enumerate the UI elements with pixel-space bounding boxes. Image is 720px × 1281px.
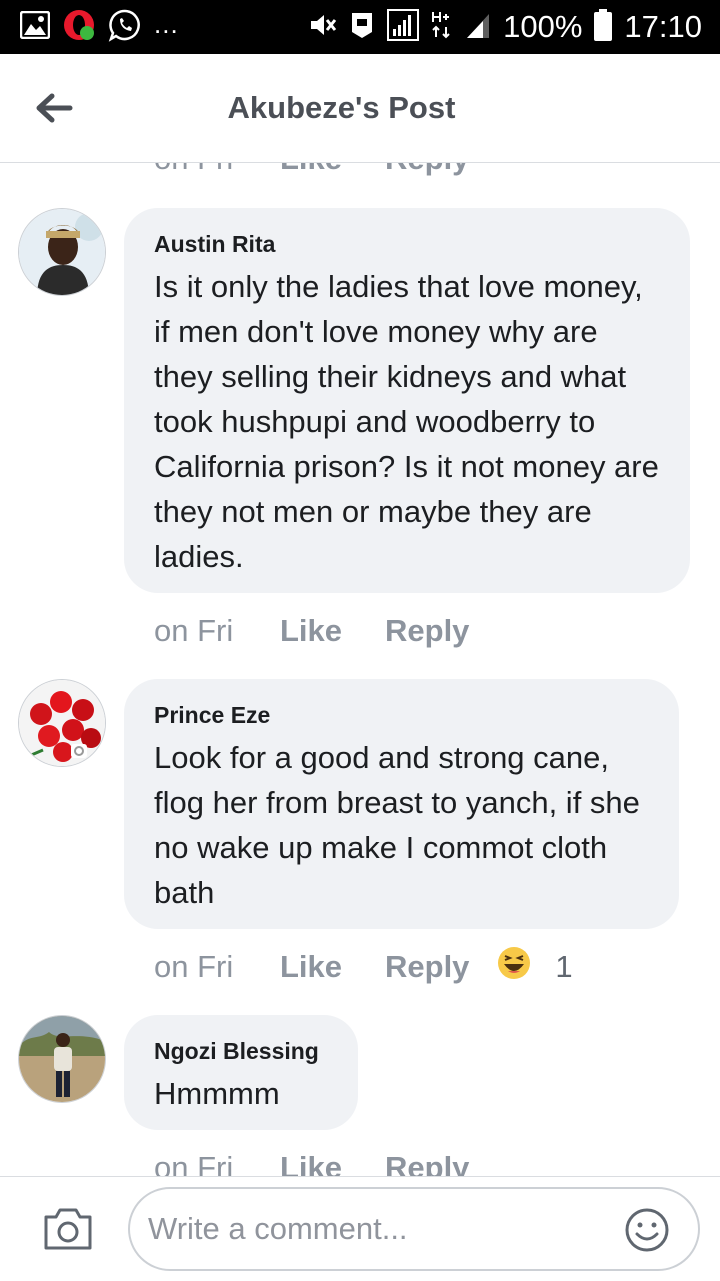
battery-percent: 100% [503,9,583,44]
app-header: Akubeze's Post [0,54,720,163]
like-link[interactable]: Like [280,163,385,177]
like-link[interactable]: Like [280,613,385,649]
like-link[interactable]: Like [280,949,385,985]
reply-link[interactable]: Reply [385,613,469,649]
battery-icon [594,8,613,46]
comment-input-placeholder: Write a comment... [148,1211,408,1246]
comment-actions: on Fri Like Reply 1 [154,947,573,987]
avatar[interactable] [18,208,106,296]
reply-link[interactable]: Reply [385,163,469,177]
reply-link[interactable]: Reply [385,949,469,985]
reply-link[interactable]: Reply [385,1150,469,1176]
comment-author[interactable]: Austin Rita [154,230,660,258]
comment-text: Look for a good and strong cane, flog he… [154,740,640,910]
comment-bubble: Ngozi Blessing Hmmmm [124,1015,358,1130]
comment-text: Is it only the ladies that love money, i… [154,269,659,574]
avatar[interactable] [18,679,106,767]
comment-bubble: Prince Eze Look for a good and strong ca… [124,679,679,929]
comments-feed[interactable]: on Fri Like Reply Austin Rita Is it only… [0,163,720,1176]
mute-icon [307,10,337,45]
comment-time: on Fri [154,949,234,984]
like-link[interactable]: Like [280,1150,385,1176]
comment-actions: on Fri Like Reply [154,163,469,179]
comment-input[interactable]: Write a comment... [128,1187,700,1271]
comment-time: on Fri [154,163,280,177]
data-saver-icon [349,10,375,45]
comment-time: on Fri [154,613,234,648]
avatar[interactable] [18,1015,106,1103]
comment-actions: on Fri Like Reply [154,1148,469,1176]
haha-emoji-icon [497,946,531,988]
status-bar: ... 100% 17:10 [0,0,720,54]
signal-sim2-icon [465,10,491,45]
reaction-count: 1 [555,949,573,984]
comment-author[interactable]: Ngozi Blessing [154,1037,328,1065]
opera-mini-notification-icon [62,8,96,47]
comment-bubble: Austin Rita Is it only the ladies that l… [124,208,690,593]
more-notifications-indicator: ... [154,8,179,39]
emoji-icon[interactable] [624,1207,670,1253]
comment-time: on Fri [154,1150,234,1176]
hplus-network-icon [431,10,453,45]
comment-text: Hmmmm [154,1076,280,1111]
comment-actions: on Fri Like Reply [154,611,469,651]
whatsapp-notification-icon [108,8,142,47]
gallery-notification-icon [19,10,51,44]
page-title: Akubeze's Post [227,90,456,125]
signal-sim1-icon [387,8,420,46]
camera-icon[interactable] [42,1207,94,1251]
reaction-summary[interactable]: 1 [497,946,573,988]
comment-author[interactable]: Prince Eze [154,701,649,729]
comment-composer: Write a comment... [0,1176,720,1281]
clock: 17:10 [624,9,702,44]
